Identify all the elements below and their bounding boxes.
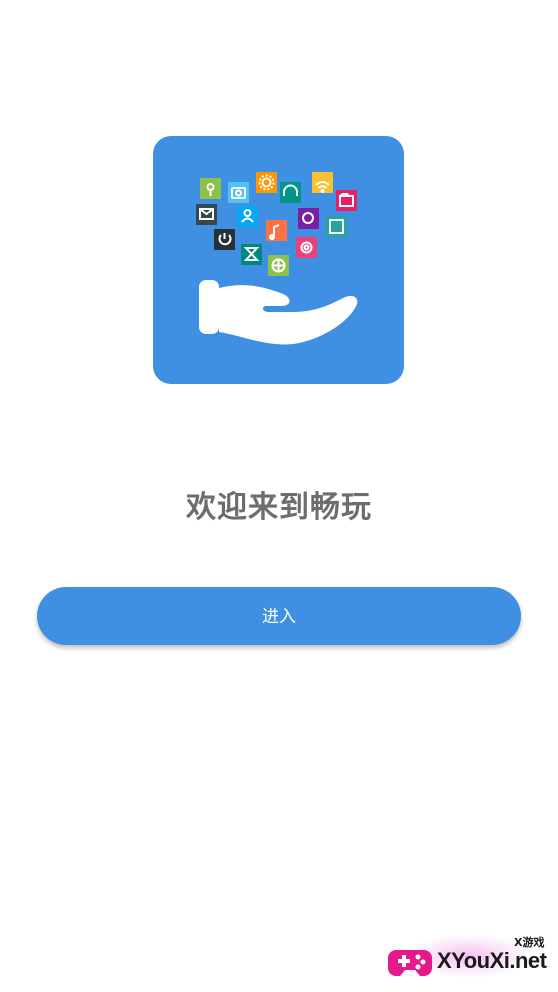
at-sign-tile — [296, 237, 317, 258]
splash-screen: 欢迎来到畅玩 进入 X游戏 XYouXi.net — [0, 0, 558, 992]
watermark-site-text: XYouXi.net — [437, 948, 547, 973]
power-tile — [214, 229, 235, 250]
welcome-title: 欢迎来到畅玩 — [186, 490, 372, 525]
hand-holding-apps-icon — [196, 172, 358, 345]
gamepad-icon — [388, 950, 432, 976]
enter-button[interactable]: 进入 — [37, 587, 521, 645]
hand-shape — [199, 280, 358, 345]
site-watermark: X游戏 XYouXi.net — [384, 932, 558, 992]
recycle-tile — [298, 208, 319, 229]
app-logo — [153, 136, 404, 384]
